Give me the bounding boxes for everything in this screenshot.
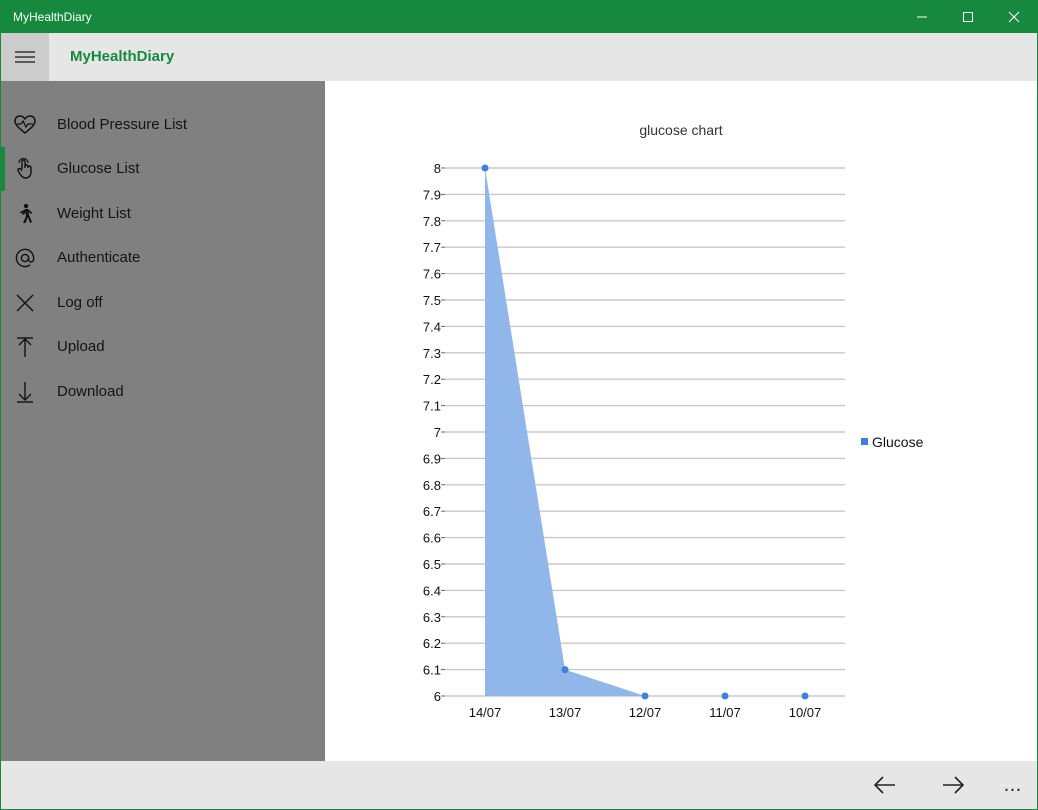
- arrow-right-icon: [943, 776, 965, 794]
- sidebar-item-log-off[interactable]: Log off: [1, 281, 325, 325]
- close-icon: [1008, 11, 1020, 23]
- sidebar-item-glucose[interactable]: Glucose List: [1, 147, 325, 191]
- x-tick-label: 12/07: [629, 705, 662, 720]
- sidebar: Blood Pressure List Glucose List Weight …: [1, 81, 325, 761]
- sidebar-item-authenticate[interactable]: Authenticate: [1, 236, 325, 280]
- y-tick-label: 6.9: [423, 451, 441, 466]
- app-window: MyHealthDiary MyHealthDiary Blood Pressu…: [0, 0, 1038, 810]
- x-tick-label: 11/07: [709, 705, 741, 720]
- download-arrow-icon: [13, 380, 37, 404]
- data-point: [481, 164, 489, 172]
- selection-indicator: [1, 147, 5, 191]
- at-sign-icon: [13, 246, 37, 270]
- sidebar-item-label: Log off: [57, 294, 103, 311]
- maximize-icon: [963, 12, 973, 22]
- sidebar-item-weight[interactable]: Weight List: [1, 192, 325, 236]
- x-tick-label: 10/07: [789, 705, 822, 720]
- y-tick-label: 8: [434, 161, 441, 176]
- arrow-left-icon: [873, 776, 895, 794]
- more-options-button[interactable]: …: [989, 761, 1037, 809]
- close-x-icon: [13, 291, 37, 315]
- y-tick-label: 6.5: [423, 557, 441, 572]
- heart-pulse-icon: [13, 113, 37, 137]
- upload-arrow-icon: [13, 335, 37, 359]
- x-tick-label: 13/07: [549, 705, 582, 720]
- y-tick-label: 7.8: [423, 214, 441, 229]
- main-content: glucose chart 8 7.9 7.8 7.7 7.6 7.5 7.4 7.3 7.2 7…: [325, 81, 1037, 761]
- hamburger-icon: [15, 51, 35, 63]
- sidebar-item-label: Download: [57, 383, 124, 400]
- sidebar-item-blood-pressure[interactable]: Blood Pressure List: [1, 103, 325, 147]
- app-header: MyHealthDiary: [1, 33, 1037, 81]
- sidebar-item-label: Weight List: [57, 205, 131, 222]
- title-bar: MyHealthDiary: [1, 1, 1037, 33]
- y-tick-label: 7.7: [423, 240, 441, 255]
- legend-label: Glucose: [872, 434, 924, 450]
- bottom-app-bar: …: [1, 761, 1037, 809]
- maximize-button[interactable]: [945, 1, 991, 33]
- data-point: [641, 692, 649, 700]
- y-tick-label: 6.8: [423, 478, 441, 493]
- sidebar-item-label: Authenticate: [57, 249, 141, 266]
- sidebar-item-download[interactable]: Download: [1, 370, 325, 414]
- y-tick-label: 7: [434, 425, 441, 440]
- y-tick-label: 6: [434, 689, 441, 704]
- minimize-button[interactable]: [899, 1, 945, 33]
- data-point: [801, 692, 809, 700]
- y-tick-label: 7.5: [423, 293, 441, 308]
- hamburger-menu-button[interactable]: [1, 33, 49, 81]
- sidebar-item-label: Blood Pressure List: [57, 116, 188, 133]
- y-tick-label: 6.1: [423, 663, 441, 678]
- more-icon: …: [1003, 774, 1023, 796]
- legend-swatch: [861, 438, 868, 445]
- sidebar-item-label: Upload: [57, 338, 105, 355]
- back-button[interactable]: [861, 761, 909, 809]
- close-window-button[interactable]: [991, 1, 1037, 33]
- y-tick-label: 6.2: [423, 636, 441, 651]
- y-tick-label: 7.2: [423, 372, 441, 387]
- glucose-chart: glucose chart 8 7.9 7.8 7.7 7.6 7.5 7.4 7.3 7.2 7…: [423, 122, 924, 720]
- y-tick-label: 7.3: [423, 346, 441, 361]
- y-tick-label: 7.9: [423, 187, 441, 202]
- x-tick-label: 14/07: [469, 705, 502, 720]
- y-tick-label: 6.7: [423, 504, 441, 519]
- y-tick-label: 7.1: [423, 399, 441, 414]
- sidebar-item-label: Glucose List: [57, 160, 140, 177]
- touch-hand-icon: [13, 157, 37, 181]
- y-tick-label: 7.6: [423, 267, 441, 282]
- chart-title: glucose chart: [639, 122, 722, 138]
- data-point: [721, 692, 729, 700]
- data-point: [561, 666, 569, 674]
- walking-person-icon: [13, 202, 37, 226]
- y-tick-label: 6.4: [423, 583, 441, 598]
- minimize-icon: [917, 16, 927, 18]
- y-tick-label: 6.6: [423, 531, 441, 546]
- sidebar-item-upload[interactable]: Upload: [1, 325, 325, 369]
- y-tick-label: 6.3: [423, 610, 441, 625]
- y-tick-label: 7.4: [423, 319, 441, 334]
- app-name: MyHealthDiary: [70, 48, 175, 65]
- forward-button[interactable]: [929, 761, 977, 809]
- window-title: MyHealthDiary: [13, 10, 92, 24]
